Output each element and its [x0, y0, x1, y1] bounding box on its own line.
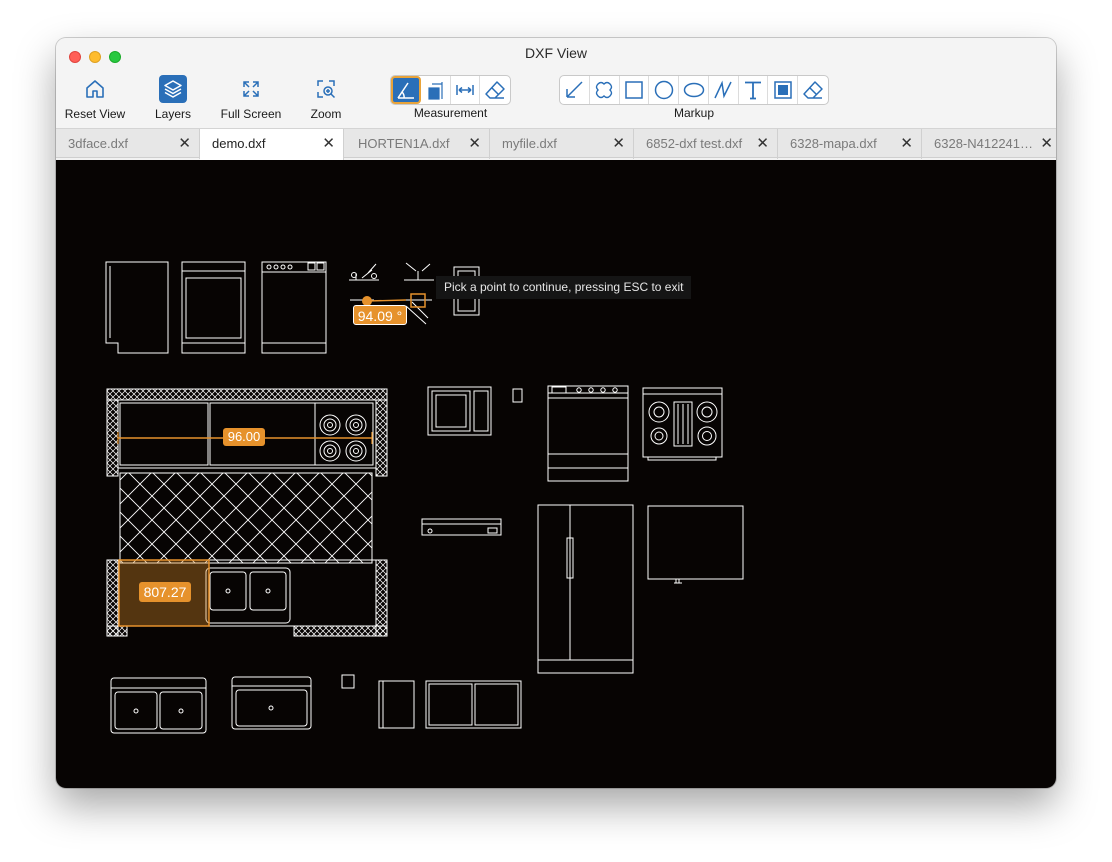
tab-6328-n412241[interactable]: 6328-N412241… ✕: [922, 129, 1056, 159]
side-cabinet-block: [378, 680, 415, 729]
measurement-eraser-button[interactable]: [480, 76, 510, 104]
markup-group-label: Markup: [673, 106, 714, 120]
tab-label: 6328-N412241…: [934, 136, 1034, 151]
close-icon[interactable]: ✕: [612, 134, 625, 152]
cloud-icon: [595, 81, 613, 99]
markup-text-button[interactable]: [739, 76, 769, 104]
zoom-label: Zoom: [310, 107, 342, 121]
app-window: DXF View Reset View Layers Full Screen Z…: [56, 38, 1056, 788]
wall-cabinet-block: [425, 680, 522, 729]
double-sink-block: [110, 677, 207, 734]
close-icon[interactable]: ✕: [322, 134, 335, 152]
refrigerator-block: [537, 504, 634, 674]
tab-label: myfile.dxf: [502, 136, 557, 151]
markup-eraser-button[interactable]: [798, 76, 828, 104]
vertical-measure-icon: [428, 82, 443, 100]
eraser-icon: [485, 81, 505, 99]
close-icon[interactable]: ✕: [468, 134, 481, 152]
close-icon[interactable]: ✕: [178, 134, 191, 152]
markup-cloud-button[interactable]: [590, 76, 620, 104]
distance-measure-button[interactable]: [451, 76, 481, 104]
tab-6328-mapa[interactable]: 6328-mapa.dxf ✕: [778, 129, 922, 159]
dxf-drawing: [105, 261, 744, 734]
dxf-drawing-canvas[interactable]: 94.09 ° Pick a point to continue, pressi…: [56, 160, 1056, 788]
range-hood-block: [421, 518, 502, 536]
dishwasher-block: [181, 261, 246, 354]
tab-bar: 3dface.dxf ✕ demo.dxf ✕ HORTEN1A.dxf ✕ m…: [56, 128, 1056, 160]
tab-label: 6852-dxf test.dxf: [646, 136, 743, 151]
close-icon[interactable]: ✕: [756, 134, 769, 152]
expand-icon: [237, 75, 265, 103]
measurement-toolbar: [390, 75, 511, 105]
rectangle-icon: [625, 81, 643, 99]
vertical-measure-button[interactable]: [421, 76, 451, 104]
markup-polyline-button[interactable]: [709, 76, 739, 104]
tab-myfile[interactable]: myfile.dxf ✕: [490, 129, 634, 159]
distance-measure-icon: [456, 85, 474, 95]
oven-block: [547, 385, 629, 482]
area-measure-label: 807.27: [139, 582, 191, 602]
tab-horten1a[interactable]: HORTEN1A.dxf ✕: [346, 129, 490, 159]
close-icon[interactable]: ✕: [900, 134, 913, 152]
cabinet-block: [105, 261, 169, 354]
tab-6852-dxf-test[interactable]: 6852-dxf test.dxf ✕: [634, 129, 778, 159]
reset-view-button[interactable]: Reset View: [62, 75, 128, 123]
eraser-icon: [803, 81, 823, 99]
filled-rectangle-icon: [774, 81, 792, 99]
range-block: [261, 261, 327, 354]
circle-icon: [654, 80, 673, 100]
single-sink-block: [231, 676, 312, 730]
close-icon[interactable]: ✕: [1040, 134, 1053, 152]
measurement-group-label: Measurement: [413, 106, 488, 120]
angle-measure-button[interactable]: [391, 76, 421, 104]
markup-circle-button[interactable]: [649, 76, 680, 104]
ellipse-icon: [683, 82, 704, 98]
markup-ellipse-button[interactable]: [679, 76, 709, 104]
length-measure-label: 96.00: [223, 428, 265, 446]
zoom-button[interactable]: Zoom: [304, 75, 348, 123]
tab-label: HORTEN1A.dxf: [358, 136, 450, 151]
tab-demo[interactable]: demo.dxf ✕: [200, 129, 344, 160]
home-icon: [81, 75, 109, 103]
angle-measure-label: 94.09 °: [353, 305, 407, 325]
tab-3dface[interactable]: 3dface.dxf ✕: [56, 129, 200, 159]
markup-filled-rectangle-button[interactable]: [768, 76, 799, 104]
markup-arrow-button[interactable]: [560, 76, 590, 104]
text-icon: [745, 81, 762, 100]
tab-label: 6328-mapa.dxf: [790, 136, 877, 151]
titlebar: DXF View Reset View Layers Full Screen Z…: [56, 38, 1056, 128]
markup-toolbar: [559, 75, 829, 105]
tv-block: [647, 505, 744, 584]
arrow-icon: [566, 81, 583, 98]
tab-label: 3dface.dxf: [68, 136, 128, 151]
markup-rectangle-button[interactable]: [620, 76, 650, 104]
polyline-icon: [714, 80, 732, 99]
outlet-symbol: [512, 388, 523, 403]
full-screen-label: Full Screen: [220, 107, 282, 121]
microwave-block: [427, 386, 492, 436]
tab-label: demo.dxf: [212, 136, 266, 151]
window-title: DXF View: [525, 45, 587, 61]
layers-label: Layers: [154, 107, 192, 121]
angle-measure-icon: [397, 82, 414, 99]
zoom-icon: [312, 75, 340, 103]
small-outlet-block: [341, 674, 355, 689]
reset-view-label: Reset View: [64, 107, 126, 121]
pick-point-tooltip: Pick a point to continue, pressing ESC t…: [436, 276, 692, 299]
layers-icon: [159, 75, 187, 103]
cooktop-block: [642, 387, 723, 461]
full-screen-button[interactable]: Full Screen: [216, 75, 286, 123]
layers-button[interactable]: Layers: [148, 75, 198, 123]
